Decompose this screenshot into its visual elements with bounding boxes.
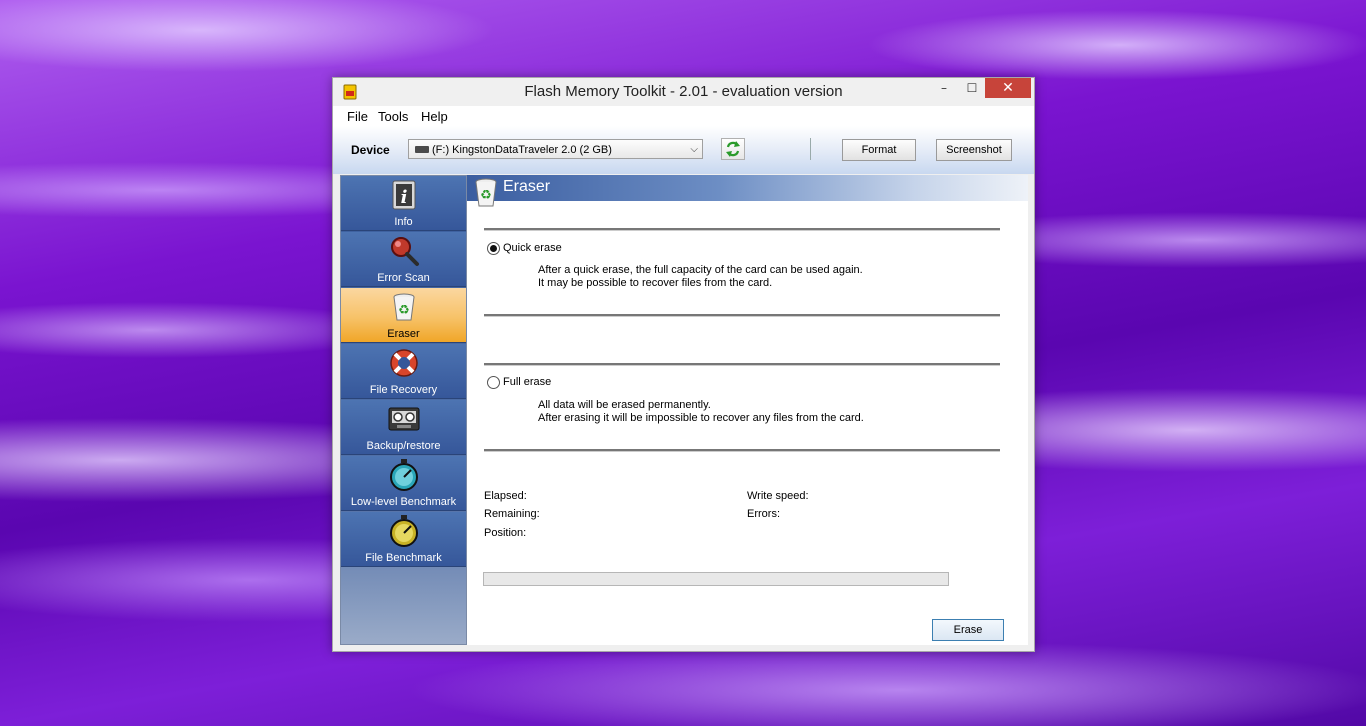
format-button[interactable]: Format (842, 139, 916, 161)
sidebar-item-file-recovery[interactable]: File Recovery (341, 344, 466, 399)
panel-title: Eraser (503, 178, 551, 195)
quick-erase-desc-line2: It may be possible to recover files from… (538, 277, 773, 289)
menu-tools[interactable]: Tools (378, 109, 408, 124)
sidebar-item-label: Backup/restore (366, 440, 441, 452)
stopwatch-icon (390, 515, 418, 547)
info-icon: i (392, 180, 416, 210)
full-erase-desc-line1: All data will be erased permanently. (538, 399, 711, 411)
device-label: Device (351, 143, 390, 157)
divider (484, 363, 1000, 366)
menu-file[interactable]: File (347, 109, 368, 124)
erase-button[interactable]: Erase (932, 619, 1004, 641)
sidebar-item-file-benchmark[interactable]: File Benchmark (341, 512, 466, 567)
quick-erase-label[interactable]: Quick erase (503, 242, 562, 254)
divider (484, 314, 1000, 317)
sidebar-item-label: File Recovery (369, 384, 438, 396)
title-bar[interactable]: Flash Memory Toolkit - 2.01 - evaluation… (333, 78, 1034, 106)
sidebar-item-label: Low-level Benchmark (350, 496, 457, 508)
sidebar-item-eraser[interactable]: ♻ Eraser (341, 288, 466, 343)
refresh-icon (726, 141, 740, 157)
menu-bar: File Tools Help (333, 106, 1034, 126)
app-window: Flash Memory Toolkit - 2.01 - evaluation… (332, 77, 1035, 652)
sidebar-item-label: File Benchmark (365, 552, 442, 564)
sidebar-item-info[interactable]: i Info (341, 176, 466, 231)
sidebar-item-label: Info (394, 216, 413, 228)
sidebar-item-label: Eraser (387, 328, 420, 340)
position-label: Position: (484, 527, 527, 539)
sidebar-item-label: Error Scan (377, 272, 430, 284)
write-speed-label: Write speed: (747, 490, 809, 502)
remaining-label: Remaining: (484, 508, 540, 520)
toolbar-separator (810, 138, 811, 160)
recycle-bin-icon: ♻ (475, 178, 497, 207)
elapsed-label: Elapsed: (484, 490, 527, 502)
device-value: (F:) KingstonDataTraveler 2.0 (2 GB) (432, 144, 612, 156)
sidebar-item-error-scan[interactable]: Error Scan (341, 232, 466, 287)
quick-erase-desc-line1: After a quick erase, the full capacity o… (538, 264, 863, 276)
refresh-button[interactable] (721, 138, 745, 160)
chevron-down-icon: ⌵ (690, 144, 698, 155)
toolbar: Device (F:) KingstonDataTraveler 2.0 (2 … (333, 126, 1034, 174)
device-dropdown[interactable]: (F:) KingstonDataTraveler 2.0 (2 GB) ⌵ (408, 139, 703, 159)
sidebar-item-backup-restore[interactable]: Backup/restore (341, 400, 466, 455)
divider (484, 449, 1000, 452)
progress-bar (483, 572, 949, 586)
menu-help[interactable]: Help (421, 109, 448, 124)
recycle-bin-icon: ♻ (393, 293, 415, 321)
sidebar: i Info Error Scan ♻ Eraser File Recovery… (340, 175, 467, 645)
magnifier-icon (391, 237, 419, 266)
minimize-button[interactable]: – (929, 78, 959, 98)
screenshot-button[interactable]: Screenshot (936, 139, 1012, 161)
divider (484, 228, 1000, 231)
full-erase-desc-line2: After erasing it will be impossible to r… (538, 412, 864, 424)
maximize-button[interactable]: ☐ (957, 78, 987, 98)
quick-erase-radio[interactable] (487, 242, 500, 255)
full-erase-label[interactable]: Full erase (503, 376, 551, 388)
svg-text:♻: ♻ (398, 303, 410, 318)
errors-label: Errors: (747, 508, 780, 520)
close-button[interactable]: ✕ (985, 78, 1031, 98)
tape-icon (388, 407, 420, 431)
panel-header: ♻ Eraser (467, 175, 1028, 207)
lifebuoy-icon (390, 349, 418, 377)
stopwatch-icon (390, 459, 418, 491)
svg-text:i: i (401, 187, 408, 208)
full-erase-radio[interactable] (487, 376, 500, 389)
svg-text:♻: ♻ (480, 188, 492, 203)
eraser-panel: ♻ Eraser Quick erase After a quick erase… (467, 175, 1028, 645)
drive-icon (415, 146, 429, 153)
sidebar-item-low-level-benchmark[interactable]: Low-level Benchmark (341, 456, 466, 511)
